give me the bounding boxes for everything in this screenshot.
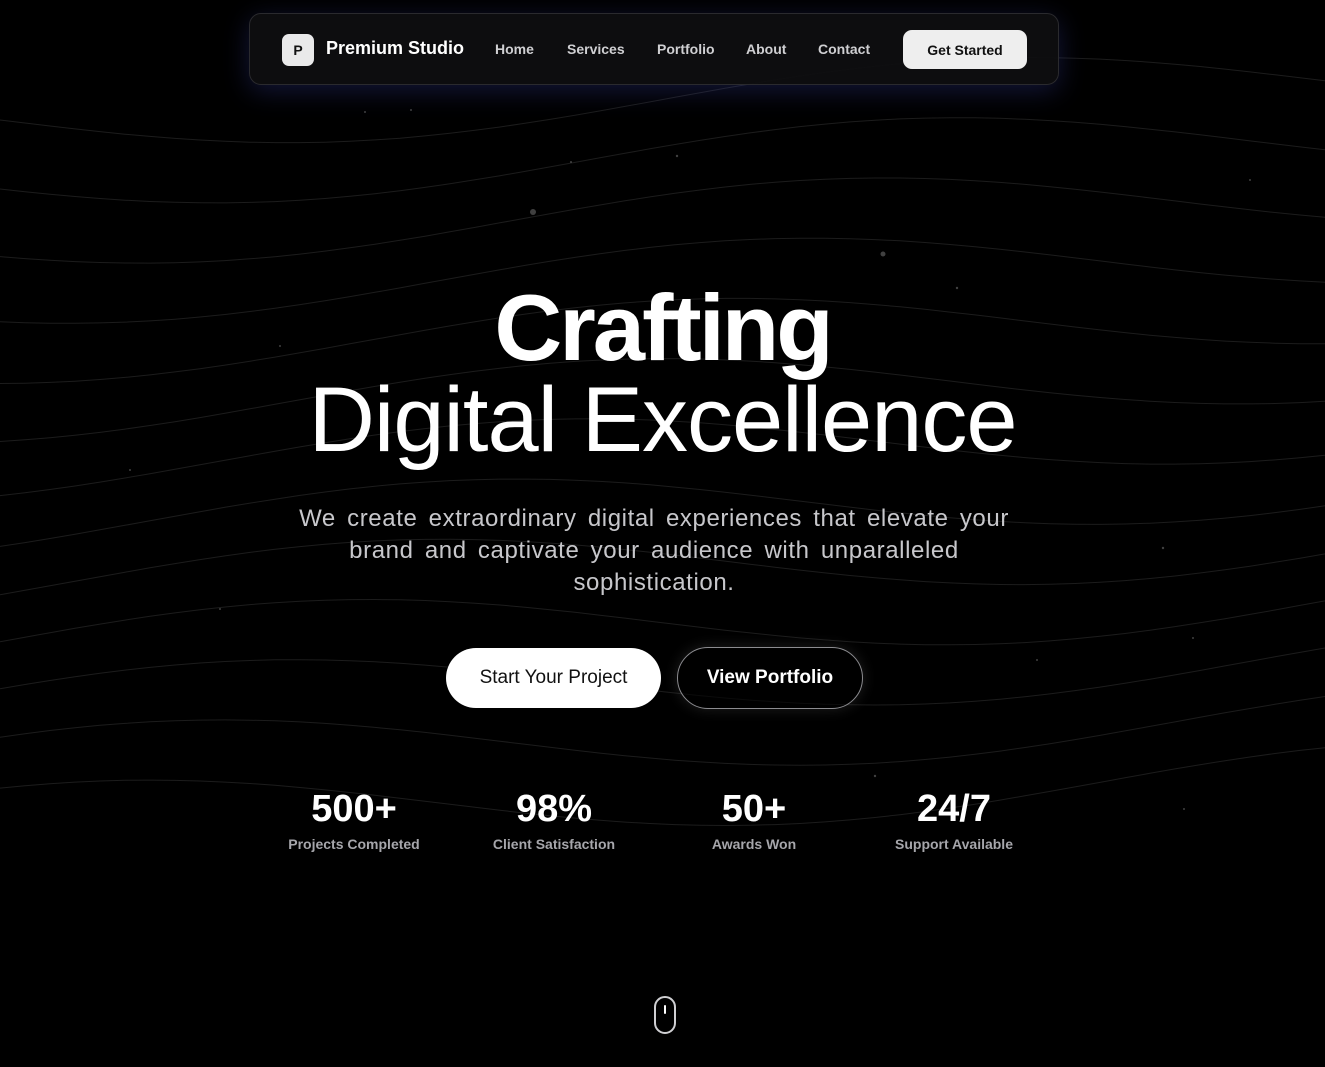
nav-link-about[interactable]: About <box>746 41 786 57</box>
mouse-wheel <box>664 1005 666 1014</box>
stat-label: Client Satisfaction <box>492 836 616 852</box>
page: P Premium Studio Home Services Portfolio… <box>0 0 1325 1067</box>
background-dot <box>675 154 679 158</box>
background-dot <box>530 209 536 215</box>
wave-line <box>0 696 1325 766</box>
stat-label: Support Available <box>895 836 1013 852</box>
background-dot <box>1161 546 1165 550</box>
stat-support: 24/7 Support Available <box>854 788 1054 852</box>
view-portfolio-button[interactable]: View Portfolio <box>677 647 863 709</box>
mouse-scroll-icon[interactable] <box>654 996 676 1034</box>
background-dot <box>1036 659 1038 661</box>
background-dot <box>1192 637 1194 639</box>
stat-awards: 50+ Awards Won <box>654 788 854 852</box>
wave-line <box>0 117 1325 204</box>
stat-satisfaction: 98% Client Satisfaction <box>454 788 654 852</box>
background-dot <box>880 251 886 257</box>
hero-title-line1: Crafting <box>494 275 833 380</box>
stat-value: 98% <box>515 788 593 830</box>
background-dot <box>1183 808 1185 810</box>
nav-link-services[interactable]: Services <box>567 41 625 57</box>
wave-line <box>0 177 1325 264</box>
brand-name[interactable]: Premium Studio <box>326 38 464 59</box>
wave-line <box>0 598 1325 646</box>
background-dot <box>570 161 572 163</box>
hero-subtitle: We create extraordinary digital experien… <box>299 505 1009 596</box>
stat-value: 24/7 <box>917 788 991 830</box>
logo-badge[interactable]: P <box>282 34 314 66</box>
background-dot <box>364 111 366 113</box>
background-dot <box>410 109 412 111</box>
start-project-button[interactable]: Start Your Project <box>446 648 661 708</box>
stat-value: 500+ <box>311 788 397 830</box>
background-dot <box>219 608 221 610</box>
background-dot <box>873 774 877 778</box>
stat-label: Projects Completed <box>288 836 420 852</box>
wave-line <box>0 647 1325 706</box>
stat-projects: 500+ Projects Completed <box>254 788 454 852</box>
navbar: P Premium Studio Home Services Portfolio… <box>249 13 1059 85</box>
hero-title-line2: Digital Excellence <box>308 369 1017 471</box>
nav-link-contact[interactable]: Contact <box>818 41 870 57</box>
stat-label: Awards Won <box>711 836 797 852</box>
nav-link-portfolio[interactable]: Portfolio <box>657 41 715 57</box>
nav-link-home[interactable]: Home <box>495 41 534 57</box>
get-started-button[interactable]: Get Started <box>903 30 1027 69</box>
stat-value: 50+ <box>721 788 787 830</box>
background-dot <box>1249 179 1251 181</box>
